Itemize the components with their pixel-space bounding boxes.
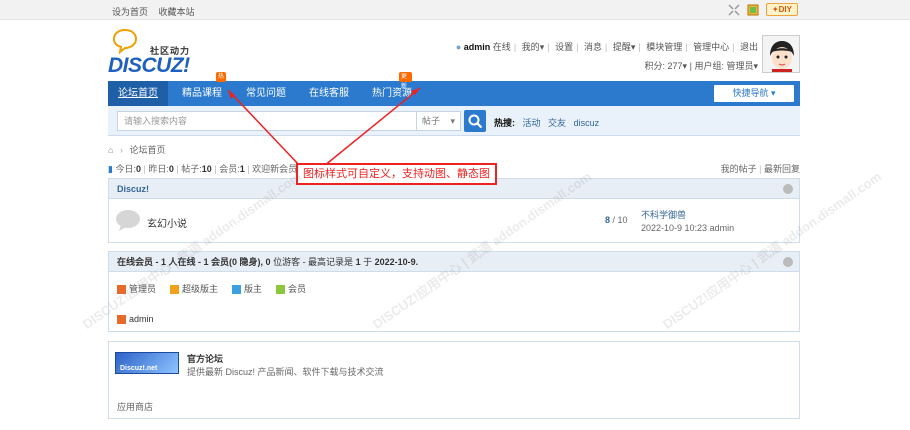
arrow-line (227, 89, 301, 167)
annotation-arrows (227, 87, 421, 167)
arrow-line (323, 87, 421, 167)
arrow-head-icon (228, 90, 235, 99)
annotation-callout: 图标样式可自定义，支持动图、静态图 (296, 163, 497, 185)
